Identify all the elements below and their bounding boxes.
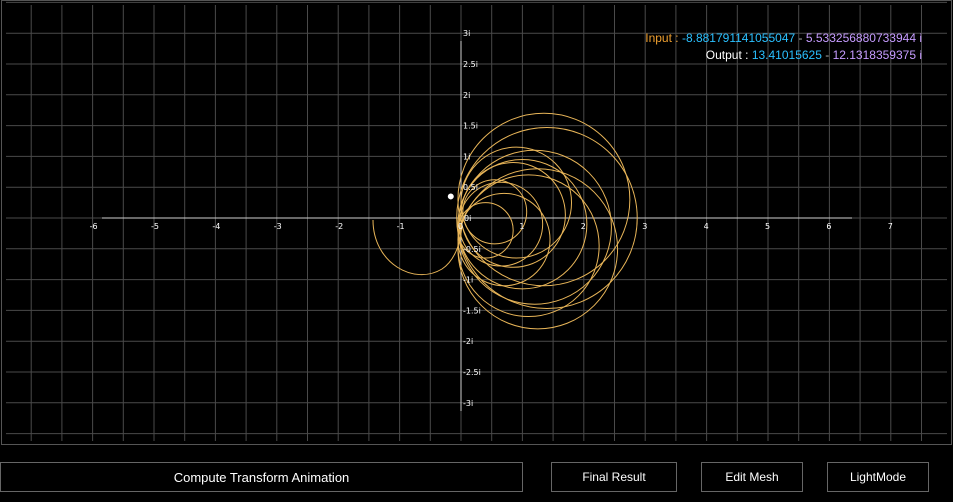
y-tick-label: 3i (463, 29, 470, 38)
y-tick-label: -1i (463, 276, 473, 285)
x-tick-label: 1 (519, 222, 524, 231)
output-imag-value: 12.1318359375 i (832, 48, 922, 62)
transform-curve-arc (372, 219, 463, 276)
x-tick-label: -3 (274, 222, 282, 231)
compute-transform-animation-button[interactable]: Compute Transform Animation (0, 462, 523, 492)
output-real-value: 13.41015625 (751, 48, 822, 62)
y-tick-label: -3i (463, 399, 473, 408)
output-readout: Output : 13.41015625 - 12.1318359375 i (645, 47, 922, 64)
transform-curve (457, 192, 551, 287)
input-real-value: -8.881791141055047 (681, 31, 796, 45)
input-label: Input : (645, 31, 679, 45)
final-result-button[interactable]: Final Result (551, 462, 677, 492)
x-tick-label: -1 (397, 222, 405, 231)
x-tick-label: -5 (151, 222, 159, 231)
transform-curves (372, 112, 638, 330)
plot-area[interactable]: -6 -5 -4 -3 -2 -1 0 1 2 3 4 5 6 7 3i 2.5i 2i 1.5i 1i 0.5i 0i… (1, 0, 952, 445)
x-tick-label: 3 (642, 222, 647, 231)
output-separator: - (825, 48, 830, 62)
x-tick-label: 0 (458, 222, 463, 231)
light-mode-button[interactable]: LightMode (827, 462, 929, 492)
output-label: Output : (705, 48, 749, 62)
input-readout: Input : -8.881791141055047 - 5.533256880… (645, 30, 922, 47)
x-tick-label: -6 (90, 222, 98, 231)
x-tick-label: 6 (826, 222, 831, 231)
transform-curve (460, 146, 573, 259)
x-tick-label: 7 (888, 222, 893, 231)
input-point-marker[interactable] (447, 193, 454, 200)
complex-readout: Input : -8.881791141055047 - 5.533256880… (645, 30, 922, 64)
edit-mesh-button[interactable]: Edit Mesh (701, 462, 803, 492)
x-tick-label: 5 (765, 222, 770, 231)
y-tick-label: 1.5i (463, 122, 478, 131)
x-tick-label: 2 (581, 222, 586, 231)
y-tick-label: -0.5i (463, 245, 481, 254)
y-tick-label: 1i (463, 152, 470, 161)
y-tick-label: 0.5i (463, 183, 478, 192)
x-tick-label: -2 (335, 222, 343, 231)
y-tick-label: 2i (463, 91, 470, 100)
input-imag-value: 5.533256880733944 i (805, 31, 922, 45)
x-tick-label: 4 (704, 222, 709, 231)
y-tick-label: 2.5i (463, 60, 478, 69)
y-tick-label: -1.5i (463, 306, 481, 315)
input-separator: - (798, 31, 803, 45)
y-tick-label: -2.5i (463, 368, 481, 377)
complex-plane-plot[interactable]: -6 -5 -4 -3 -2 -1 0 1 2 3 4 5 6 7 3i 2.5i 2i 1.5i 1i 0.5i 0i… (2, 1, 951, 444)
x-tick-label: -4 (212, 222, 220, 231)
y-tick-label: 0i (464, 214, 471, 223)
y-tick-label: -2i (463, 337, 473, 346)
